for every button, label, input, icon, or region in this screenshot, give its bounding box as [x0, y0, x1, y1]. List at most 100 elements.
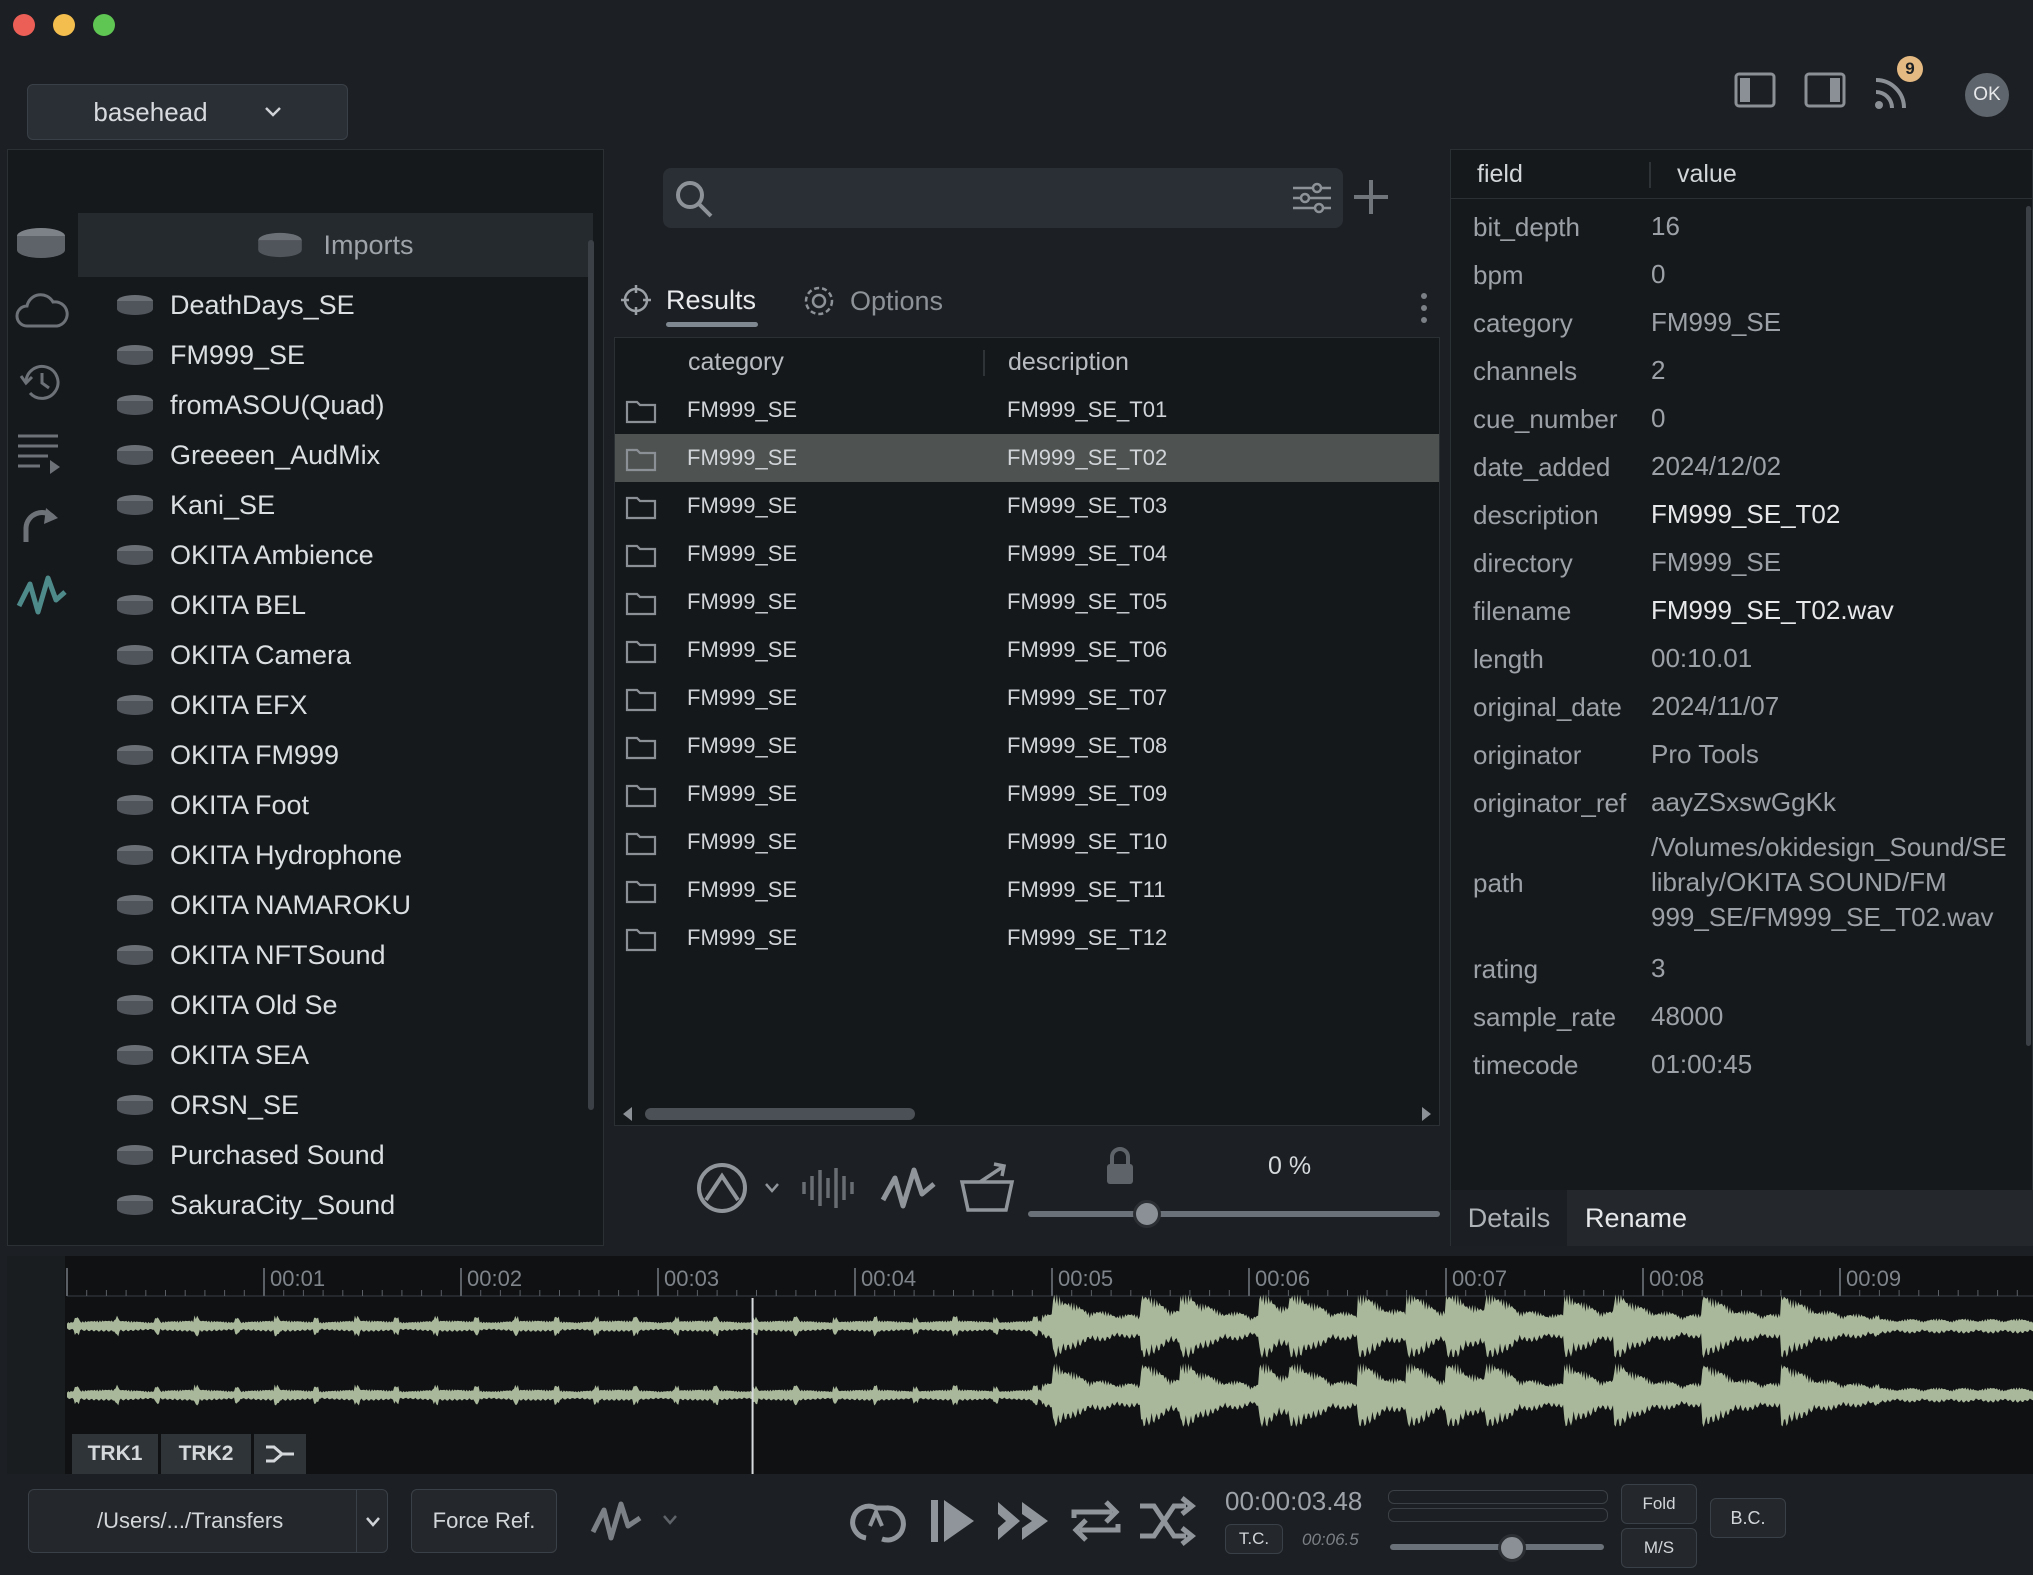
table-row[interactable]: FM999_SE FM999_SE_T02 [615, 434, 1439, 482]
force-ref-button[interactable]: Force Ref. [411, 1489, 557, 1553]
search-bar[interactable] [663, 168, 1343, 228]
table-row[interactable]: FM999_SE FM999_SE_T09 [615, 770, 1439, 818]
fast-forward-icon[interactable] [994, 1498, 1054, 1544]
audio-bars-icon[interactable] [800, 1166, 860, 1210]
tab-details[interactable]: Details [1451, 1190, 1567, 1246]
column-header-category[interactable]: category [688, 338, 784, 386]
sidebar-item[interactable]: Greeeen_AudMix [78, 430, 583, 480]
tab-options[interactable]: Options [802, 284, 943, 318]
detail-value[interactable]: 01:00:45 [1651, 1047, 2031, 1082]
detail-value[interactable]: 3 [1651, 951, 2031, 986]
right-panel-toggle-icon[interactable] [1804, 72, 1846, 108]
detail-value[interactable]: FM999_SE_T02 [1651, 497, 2031, 532]
volume-slider-knob[interactable] [1133, 1200, 1162, 1228]
volume-slider[interactable] [1028, 1211, 1440, 1217]
waveform-icon[interactable] [16, 572, 68, 616]
history-icon[interactable] [18, 362, 64, 404]
scroll-left-icon[interactable] [621, 1106, 633, 1122]
add-icon[interactable] [1352, 178, 1390, 216]
output-gain-knob[interactable] [1498, 1534, 1526, 1562]
fold-button[interactable]: Fold [1621, 1484, 1697, 1524]
sidebar-item[interactable]: Kani_SE [78, 480, 583, 530]
waveform-view[interactable]: 00:01 00:02 00:03 00:04 00:05 00:06 00:07 00:08… [7, 1256, 2033, 1474]
database-icon[interactable] [15, 226, 67, 262]
track-route-button[interactable] [254, 1434, 306, 1474]
column-header-description[interactable]: description [1008, 338, 1129, 386]
sidebar-item[interactable]: DeathDays_SE [78, 280, 583, 330]
avatar[interactable]: OK [1965, 73, 2009, 117]
table-row[interactable]: FM999_SE FM999_SE_T11 [615, 866, 1439, 914]
sidebar-item[interactable]: OKITA Ambience [78, 530, 583, 580]
waveform-svg[interactable]: 00:01 00:02 00:03 00:04 00:05 00:06 00:07 00:08… [7, 1256, 2033, 1474]
detail-value[interactable]: Pro Tools [1651, 737, 2031, 772]
library-scrollbar[interactable] [588, 240, 594, 1110]
sidebar-item[interactable]: OKITA NAMAROKU [78, 880, 583, 930]
mid-side-button[interactable]: M/S [1621, 1528, 1697, 1568]
table-row[interactable]: FM999_SE FM999_SE_T12 [615, 914, 1439, 962]
sidebar-item[interactable]: OKITA BEL [78, 580, 583, 630]
detail-value[interactable]: FM999_SE [1651, 545, 2031, 580]
track-1-button[interactable]: TRK1 [72, 1434, 158, 1474]
sidebar-item[interactable]: OKITA Foot [78, 780, 583, 830]
playlist-icon[interactable] [16, 432, 64, 476]
sidebar-item[interactable]: ORSN_SE [78, 1080, 583, 1130]
details-header-field[interactable]: field [1477, 150, 1523, 198]
cloud-icon[interactable] [15, 292, 69, 330]
column-divider[interactable] [983, 350, 985, 376]
details-scrollbar[interactable] [2026, 206, 2031, 1046]
sidebar-item[interactable]: OKITA EFX [78, 680, 583, 730]
detail-value[interactable]: 2024/11/07 [1651, 689, 2031, 724]
play-icon[interactable] [928, 1496, 978, 1546]
left-panel-toggle-icon[interactable] [1734, 72, 1776, 108]
sidebar-item[interactable]: OKITA SEA [78, 1030, 583, 1080]
tab-rename[interactable]: Rename [1567, 1190, 2033, 1246]
sidebar-item[interactable]: fromASOU(Quad) [78, 380, 583, 430]
detail-value[interactable]: 48000 [1651, 999, 2031, 1034]
shuffle-icon[interactable] [1138, 1496, 1198, 1546]
detail-value[interactable]: 00:10.01 [1651, 641, 2031, 676]
zoom-window-button[interactable] [93, 14, 115, 36]
table-row[interactable]: FM999_SE FM999_SE_T05 [615, 578, 1439, 626]
sidebar-item[interactable]: OKITA Hydrophone [78, 830, 583, 880]
table-row[interactable]: FM999_SE FM999_SE_T03 [615, 482, 1439, 530]
table-row[interactable]: FM999_SE FM999_SE_T04 [615, 530, 1439, 578]
sidebar-item[interactable]: FM999_SE [78, 330, 583, 380]
scroll-right-icon[interactable] [1421, 1106, 1433, 1122]
table-row[interactable]: FM999_SE FM999_SE_T08 [615, 722, 1439, 770]
lock-icon[interactable] [1104, 1146, 1136, 1186]
chevron-down-icon[interactable] [764, 1182, 780, 1194]
loop-play-icon[interactable] [842, 1498, 910, 1546]
export-folder-icon[interactable] [958, 1160, 1016, 1214]
detail-value[interactable]: 2024/12/02 [1651, 449, 2031, 484]
detail-value[interactable]: 0 [1651, 257, 2031, 292]
sidebar-item[interactable]: OKITA Old Se [78, 980, 583, 1030]
detail-value[interactable]: /Volumes/okidesign_Sound/SE libraly/OKIT… [1651, 830, 2031, 935]
more-vertical-icon[interactable] [1420, 292, 1428, 324]
track-2-button[interactable]: TRK2 [161, 1434, 251, 1474]
minimize-window-button[interactable] [53, 14, 75, 36]
protools-icon[interactable] [696, 1162, 748, 1214]
detail-value[interactable]: FM999_SE_T02.wav [1651, 593, 2031, 628]
table-row[interactable]: FM999_SE FM999_SE_T01 [615, 386, 1439, 434]
path-dropdown[interactable]: /Users/.../Transfers [28, 1489, 388, 1553]
waveform-icon[interactable] [880, 1164, 938, 1210]
close-window-button[interactable] [13, 14, 35, 36]
details-header-value[interactable]: value [1677, 150, 1737, 198]
waveform-icon[interactable] [590, 1498, 644, 1542]
detail-value[interactable]: FM999_SE [1651, 305, 2031, 340]
search-input[interactable] [723, 178, 1247, 220]
bc-button[interactable]: B.C. [1710, 1498, 1786, 1538]
chevron-down-icon[interactable] [662, 1514, 678, 1526]
sidebar-item[interactable]: SakuraCity_Sound [78, 1180, 583, 1230]
output-gain-slider[interactable] [1390, 1544, 1604, 1550]
sidebar-item[interactable]: OKITA FM999 [78, 730, 583, 780]
sidebar-item[interactable]: OKITA Camera [78, 630, 583, 680]
results-horizontal-scrollbar[interactable] [645, 1108, 915, 1120]
imports-header[interactable]: Imports [78, 213, 593, 277]
detail-value[interactable]: 0 [1651, 401, 2031, 436]
repeat-icon[interactable] [1068, 1496, 1124, 1546]
filter-sliders-icon[interactable] [1291, 178, 1333, 218]
detail-value[interactable]: 2 [1651, 353, 2031, 388]
table-row[interactable]: FM999_SE FM999_SE_T06 [615, 626, 1439, 674]
sidebar-item[interactable]: OKITA NFTSound [78, 930, 583, 980]
